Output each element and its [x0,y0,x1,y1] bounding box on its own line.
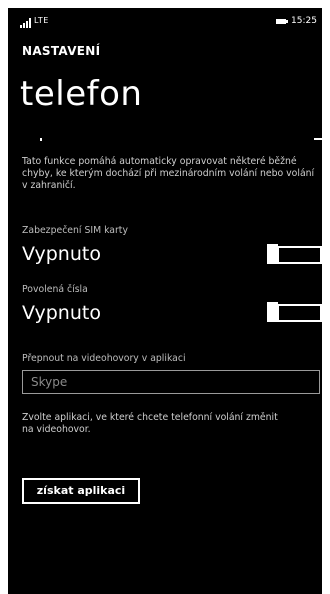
feature-description: Tato funkce pomáhá automaticky opravovat… [22,156,315,191]
app-title: NASTAVENÍ [22,44,101,58]
fixed-numbers-toggle[interactable] [267,302,322,322]
page-title: telefon [20,74,143,114]
phone-screen: LTE 15:25 NASTAVENÍ telefon Tato funkce … [8,8,322,594]
status-bar: LTE 15:25 [8,8,322,32]
toggle-knob [267,244,278,264]
video-app-select[interactable]: Skype [22,370,320,394]
toggle-knob [267,302,278,322]
sim-security-label: Zabezpečení SIM karty [22,225,128,236]
toggle-track [277,304,322,322]
scroll-indicator-dash [314,138,322,140]
fixed-numbers-label: Povolená čísla [22,284,88,295]
sim-security-toggle[interactable] [267,244,322,264]
sim-security-value: Vypnuto [22,243,101,265]
scroll-indicator-dot [40,138,42,141]
video-calls-label: Přepnout na videohovory v aplikaci [22,353,186,364]
video-app-hint: Zvolte aplikaci, ve které chcete telefon… [22,412,278,435]
signal-icon [20,18,34,28]
battery-icon [276,19,288,24]
fixed-numbers-value: Vypnuto [22,302,101,324]
network-type: LTE [34,16,49,25]
clock: 15:25 [291,16,317,26]
toggle-track [277,246,322,264]
get-app-button[interactable]: získat aplikaci [22,478,140,504]
